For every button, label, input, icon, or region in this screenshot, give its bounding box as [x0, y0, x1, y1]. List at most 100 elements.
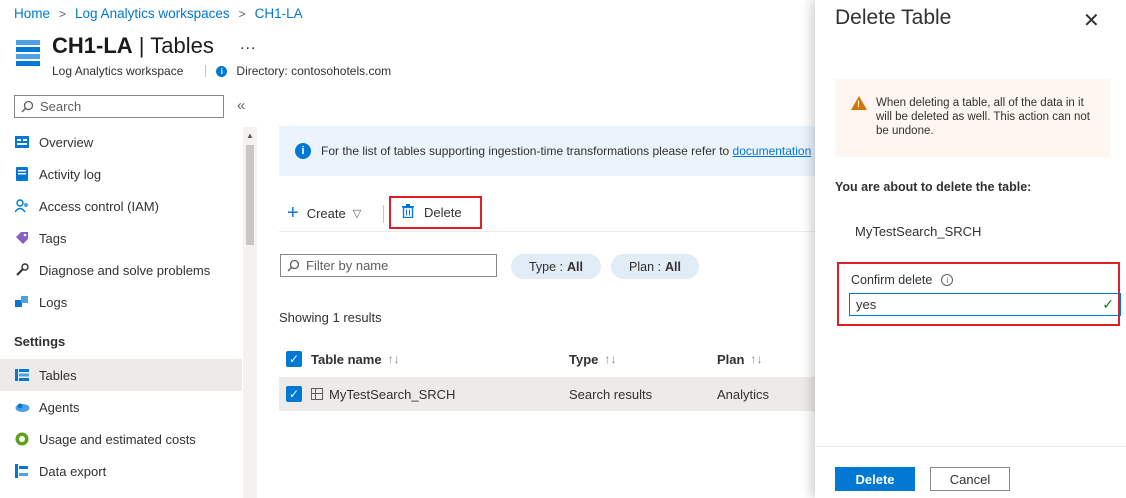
table-to-delete-name: MyTestSearch_SRCH [855, 224, 982, 239]
delete-table-panel: Delete Table ✕ ! When deleting a table, … [815, 0, 1126, 498]
plus-icon: + [287, 202, 299, 224]
search-icon [21, 100, 34, 113]
info-banner: i For the list of tables supporting inge… [279, 126, 819, 176]
table-type-cell: Search results [569, 386, 653, 402]
sidebar-item-tables[interactable]: Tables [0, 359, 242, 391]
sidebar-scrollbar[interactable]: ▲ [243, 127, 257, 498]
info-icon: i [216, 65, 228, 77]
plan-filter-pill[interactable]: Plan : All [611, 254, 699, 279]
command-bar: + Create ▽ Delete [279, 196, 819, 232]
sidebar-section-settings: Settings [14, 334, 66, 349]
page-title-page: Tables [150, 33, 214, 58]
people-icon [14, 198, 30, 214]
cancel-button[interactable]: Cancel [930, 467, 1010, 491]
tables-resource-icon [16, 40, 40, 66]
sort-icon: ↑↓ [750, 352, 763, 366]
directory-text: Directory: contosohotels.com [236, 64, 392, 78]
warning-message-bar: ! When deleting a table, all of the data… [835, 79, 1110, 157]
column-header-type[interactable]: Type ↑↓ [569, 342, 616, 376]
sidebar-item-label: Access control (IAM) [39, 198, 159, 214]
usage-icon [14, 431, 30, 447]
close-icon[interactable]: ✕ [1083, 8, 1100, 33]
about-to-delete-text: You are about to delete the table: [835, 180, 1032, 194]
documentation-link[interactable]: documentation [733, 144, 812, 158]
sidebar-item-diagnose[interactable]: Diagnose and solve problems [0, 254, 242, 286]
page-subtitle: Log Analytics workspace i Directory: con… [52, 64, 391, 78]
page-title: CH1-LA | Tables [52, 33, 214, 59]
more-options-button[interactable]: ... [240, 36, 256, 54]
sidebar-item-label: Logs [39, 294, 68, 310]
column-header-plan[interactable]: Plan ↑↓ [717, 342, 762, 376]
confirm-delete-section: Confirm delete i yes ✓ [837, 262, 1121, 326]
column-header-label: Type [569, 351, 599, 367]
logs-icon [14, 294, 30, 310]
agents-icon [14, 399, 30, 415]
type-filter-label: Type : [528, 259, 564, 274]
warning-icon: ! [851, 96, 867, 110]
sidebar-item-access-control[interactable]: Access control (IAM) [0, 190, 242, 222]
sidebar-item-label: Overview [39, 134, 94, 150]
breadcrumb-workspaces[interactable]: Log Analytics workspaces [75, 6, 230, 21]
sidebar-item-data-export[interactable]: Data export [0, 455, 242, 487]
sidebar-item-label: Activity log [39, 166, 102, 182]
search-placeholder: Search [40, 99, 82, 114]
sidebar-item-label: Tags [39, 230, 67, 246]
table-plan-cell: Analytics [717, 386, 770, 402]
info-icon[interactable]: i [941, 274, 954, 286]
overview-icon [14, 134, 30, 150]
resource-type: Log Analytics workspace [52, 64, 184, 78]
filter-by-name-input[interactable]: Filter by name [280, 254, 497, 277]
panel-title: Delete Table [835, 6, 952, 29]
confirm-delete-value: yes [856, 297, 877, 312]
table-name-cell[interactable]: MyTestSearch_SRCH [311, 377, 455, 411]
create-label: Create [306, 205, 346, 221]
page-title-divider: | [138, 33, 145, 58]
column-header-table-name[interactable]: Table name ↑↓ [311, 342, 400, 376]
sidebar-item-logs[interactable]: Logs [0, 286, 242, 318]
sidebar-item-label: Agents [39, 399, 80, 415]
sidebar-search-input[interactable]: Search [14, 95, 224, 118]
page-title-resource: CH1-LA [52, 33, 133, 58]
sort-icon: ↑↓ [604, 352, 617, 366]
sidebar-item-overview[interactable]: Overview [0, 126, 242, 158]
breadcrumb-workspace[interactable]: CH1-LA [255, 6, 303, 21]
type-filter-pill[interactable]: Type : All [511, 254, 601, 279]
sidebar-item-tags[interactable]: Tags [0, 222, 242, 254]
confirm-delete-input[interactable]: yes ✓ [849, 293, 1121, 316]
create-button[interactable]: + Create ▽ [287, 196, 361, 230]
sidebar-item-label: Diagnose and solve problems [39, 262, 211, 278]
table-grid-icon [311, 388, 323, 400]
sidebar-item-label: Usage and estimated costs [39, 431, 196, 447]
export-icon [14, 463, 30, 479]
type-filter-value: All [567, 259, 584, 274]
sidebar-item-usage[interactable]: Usage and estimated costs [0, 423, 242, 455]
warning-text: When deleting a table, all of the data i… [876, 97, 1090, 137]
breadcrumb-home[interactable]: Home [14, 6, 50, 21]
breadcrumb: Home > Log Analytics workspaces > CH1-LA [14, 6, 303, 21]
select-all-checkbox[interactable]: ✓ [286, 342, 302, 376]
checkmark-icon: ✓ [1102, 296, 1114, 312]
table-row[interactable]: ✓ MyTestSearch_SRCH Search results Analy… [279, 377, 819, 411]
filter-placeholder: Filter by name [306, 258, 389, 273]
results-count: Showing 1 results [279, 310, 382, 325]
sidebar-item-activity-log[interactable]: Activity log [0, 158, 242, 190]
table-name-text: MyTestSearch_SRCH [329, 386, 456, 402]
confirm-delete-button[interactable]: Delete [835, 467, 915, 491]
row-checkbox[interactable]: ✓ [286, 377, 302, 411]
table-header: ✓ Table name ↑↓ Type ↑↓ Plan ↑↓ [279, 342, 819, 376]
column-header-label: Table name [311, 351, 382, 367]
confirm-delete-label-text: Confirm delete [851, 273, 933, 287]
plan-filter-value: All [664, 259, 681, 274]
banner-text: For the list of tables supporting ingest… [321, 144, 730, 158]
sidebar-item-agents[interactable]: Agents [0, 391, 242, 423]
sort-icon: ↑↓ [387, 352, 400, 366]
activity-log-icon [14, 166, 30, 182]
info-icon: i [295, 143, 311, 159]
chevron-down-icon: ▽ [352, 207, 362, 220]
column-header-label: Plan [717, 351, 745, 367]
wrench-icon [14, 262, 30, 278]
collapse-sidebar-icon[interactable]: « [237, 97, 245, 114]
table-icon [14, 367, 30, 383]
delete-button[interactable]: Delete [389, 196, 482, 229]
sidebar-item-label: Tables [39, 367, 77, 383]
